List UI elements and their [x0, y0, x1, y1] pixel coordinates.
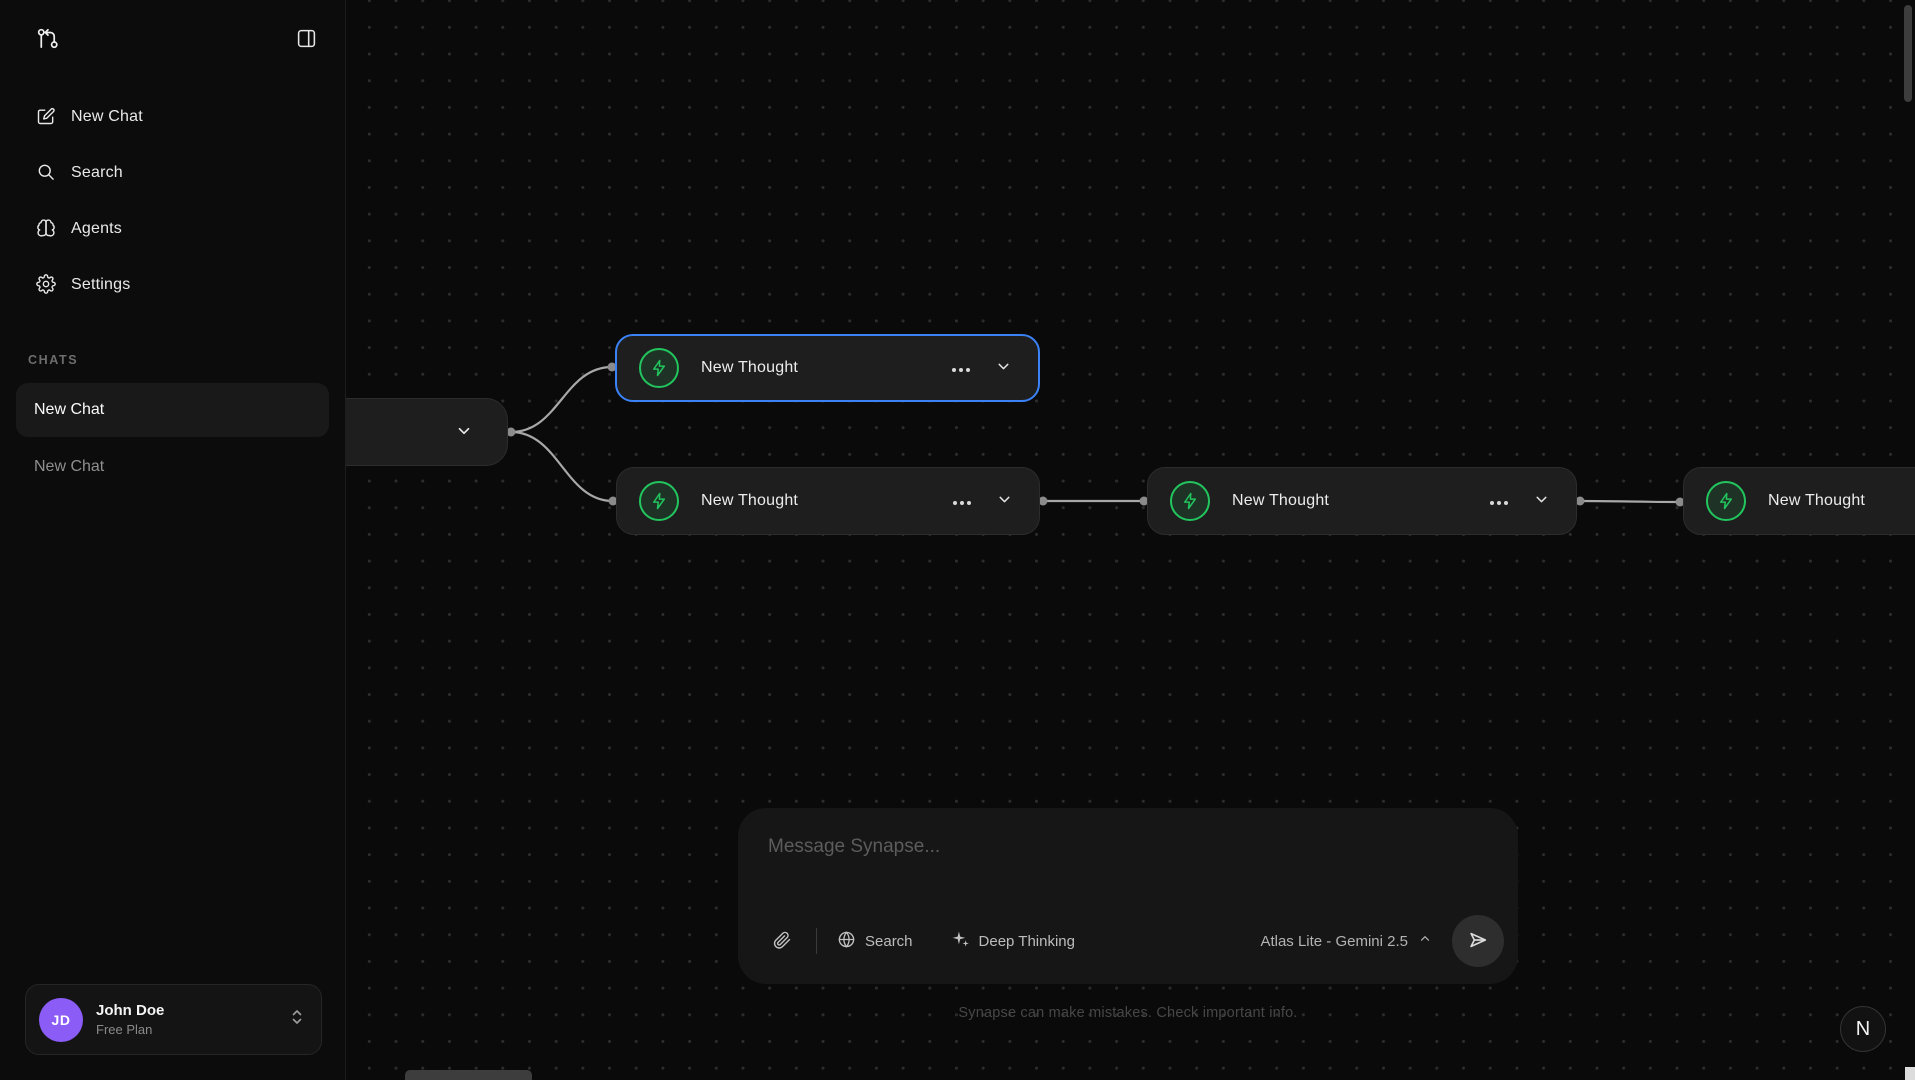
node-actions — [947, 354, 1016, 382]
sidebar-item-label: Settings — [71, 276, 130, 294]
n-letter: N — [1856, 1018, 1870, 1041]
node-title: New Thought — [701, 492, 948, 510]
panel-toggle-icon — [296, 28, 317, 49]
thought-bolt-icon — [639, 481, 679, 521]
ellipsis-icon — [952, 494, 972, 509]
web-search-toggle[interactable]: Search — [837, 930, 913, 953]
node-collapse-button[interactable] — [991, 354, 1016, 382]
thought-node-collapsed[interactable] — [346, 398, 508, 466]
composer-toolbar: Search Deep Thinking Atl — [738, 908, 1518, 984]
profile-text: John Doe Free Plan — [96, 1002, 289, 1037]
sidebar-item-new-chat[interactable]: New Chat — [16, 95, 329, 139]
node-title: New Thought — [1232, 492, 1485, 510]
deep-thinking-toggle[interactable]: Deep Thinking — [951, 930, 1075, 953]
node-actions — [1485, 487, 1554, 515]
sidebar-item-agents[interactable]: Agents — [16, 207, 329, 251]
disclaimer-text: Synapse can make mistakes. Check importa… — [738, 1005, 1518, 1021]
edge-line — [511, 432, 613, 501]
sidebar-item-label: New Chat — [71, 108, 143, 126]
ellipsis-icon — [951, 361, 971, 376]
logo-git-branch-icon — [36, 27, 59, 50]
paperclip-icon — [772, 930, 792, 953]
send-button[interactable] — [1452, 915, 1504, 967]
deep-thinking-label: Deep Thinking — [979, 933, 1075, 950]
new-chat-pencil-icon — [36, 106, 56, 129]
message-input[interactable] — [738, 808, 1518, 908]
node-menu-button[interactable] — [948, 490, 976, 513]
node-title: New Thought — [1768, 492, 1915, 510]
composer-toolbar-right: Atlas Lite - Gemini 2.5 — [1260, 915, 1504, 967]
avatar: JD — [39, 998, 83, 1042]
send-icon — [1467, 929, 1489, 954]
vertical-scrollbar-thumb[interactable] — [1904, 5, 1912, 102]
sidebar-item-search[interactable]: Search — [16, 151, 329, 195]
sparkle-icon — [951, 930, 970, 953]
gear-icon — [36, 274, 56, 297]
thought-bolt-icon — [1706, 481, 1746, 521]
thought-node[interactable]: New Thought — [1147, 467, 1577, 535]
edge-line — [1580, 501, 1680, 502]
profile-name: John Doe — [96, 1002, 289, 1019]
thought-node[interactable]: New Thought — [1683, 467, 1915, 535]
node-collapse-button[interactable] — [992, 487, 1017, 515]
expand-node-button[interactable] — [451, 418, 477, 447]
node-menu-button[interactable] — [1485, 490, 1513, 513]
chevron-down-icon — [455, 422, 473, 443]
edge-line — [511, 367, 612, 432]
app-root: New Chat Search Agents — [0, 0, 1915, 1080]
chevron-up-icon — [1418, 932, 1432, 950]
chats-section-heading: CHATS — [28, 353, 345, 367]
composer-toolbar-left: Search Deep Thinking — [768, 926, 1075, 957]
chevron-up-down-icon — [289, 1008, 305, 1031]
chat-list-item-selected[interactable]: New Chat — [16, 383, 329, 437]
scrollbar-corner — [1905, 1067, 1915, 1080]
thought-bolt-icon — [1170, 481, 1210, 521]
search-icon — [36, 162, 56, 185]
user-profile-card[interactable]: JD John Doe Free Plan — [25, 984, 322, 1055]
chat-list: New Chat New Chat — [0, 383, 345, 487]
thought-node[interactable]: New Thought — [616, 467, 1040, 535]
chevron-down-icon — [996, 491, 1013, 511]
node-menu-button[interactable] — [947, 357, 975, 380]
model-name: Atlas Lite - Gemini 2.5 — [1260, 933, 1408, 950]
sidebar: New Chat Search Agents — [0, 0, 346, 1080]
sidebar-item-label: Agents — [71, 220, 122, 238]
brain-icon — [36, 218, 56, 241]
sidebar-item-settings[interactable]: Settings — [16, 263, 329, 307]
node-title: New Thought — [701, 359, 947, 377]
globe-icon — [837, 930, 856, 953]
chevron-down-icon — [1533, 491, 1550, 511]
thought-canvas[interactable]: New Thought New Thought — [346, 0, 1915, 1080]
sidebar-nav: New Chat Search Agents — [0, 95, 345, 307]
chat-list-item[interactable]: New Chat — [16, 447, 329, 487]
thought-bolt-icon — [639, 348, 679, 388]
nextjs-badge-button[interactable]: N — [1840, 1006, 1886, 1052]
web-search-label: Search — [865, 933, 913, 950]
node-collapse-button[interactable] — [1529, 487, 1554, 515]
sidebar-header — [0, 0, 345, 51]
sidebar-item-label: Search — [71, 164, 123, 182]
thought-node[interactable]: New Thought — [615, 334, 1040, 402]
horizontal-scrollbar-thumb[interactable] — [405, 1070, 532, 1080]
attach-file-button[interactable] — [768, 926, 796, 957]
chevron-down-icon — [995, 358, 1012, 378]
profile-plan-badge: Free Plan — [96, 1022, 289, 1037]
node-actions — [948, 487, 1017, 515]
message-composer: Search Deep Thinking Atl — [738, 808, 1518, 984]
sidebar-toggle-button[interactable] — [294, 26, 319, 51]
model-selector[interactable]: Atlas Lite - Gemini 2.5 — [1260, 932, 1432, 950]
toolbar-divider — [816, 928, 817, 954]
ellipsis-icon — [1489, 494, 1509, 509]
